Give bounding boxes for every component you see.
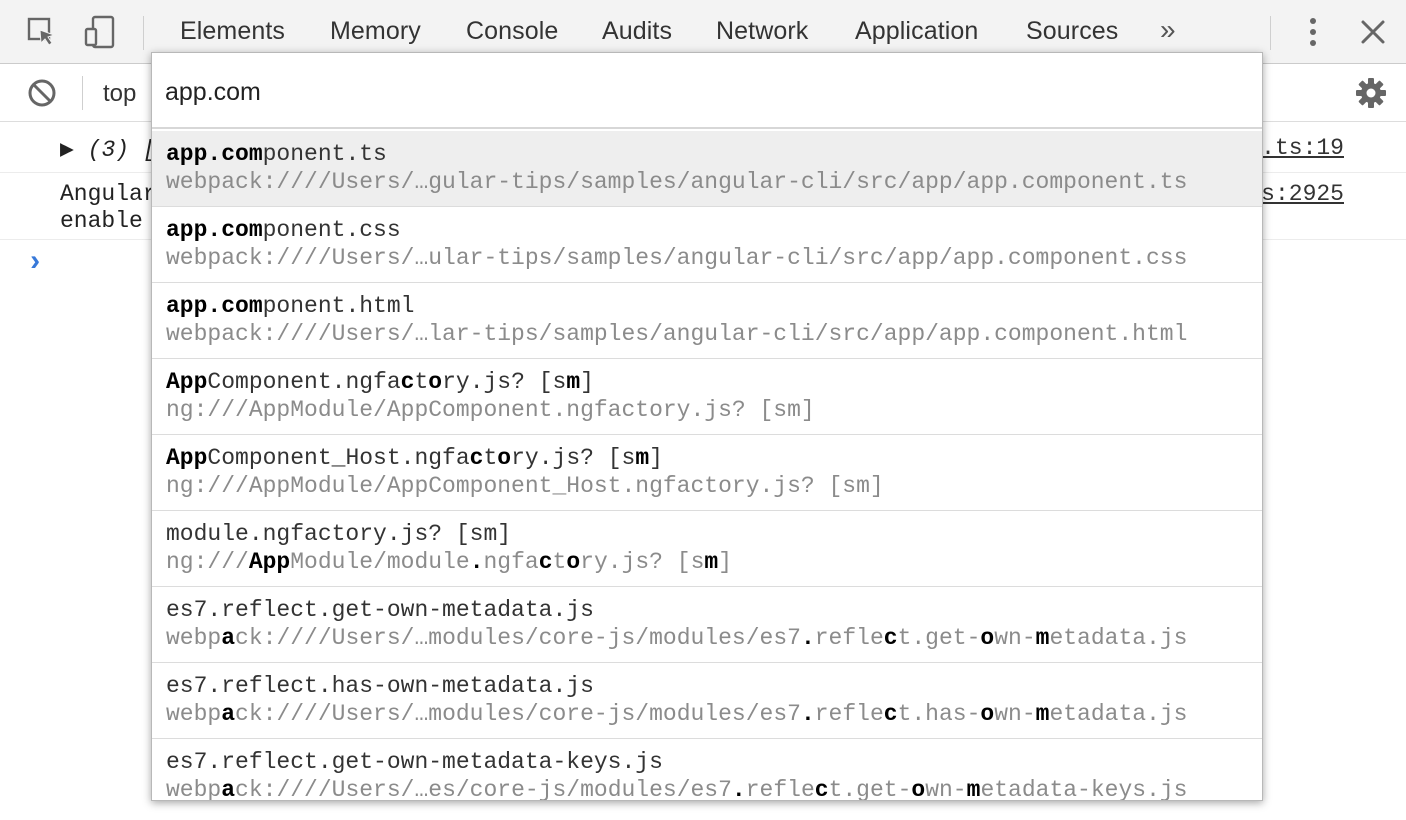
quick-open-results-list: app.component.ts webpack:////Users/…gular… [152, 131, 1262, 801]
quick-open-result-path: webpack:////Users/…modules/core-js/modul… [166, 701, 1188, 727]
quick-open-result-title: es7.reflect.has-own-metadata.js [166, 673, 594, 699]
quick-open-result-title: es7.reflect.get-own-metadata-keys.js [166, 749, 663, 775]
quick-open-result-title: app.component.ts [166, 141, 387, 167]
quick-open-result-item[interactable]: AppComponent_Host.ngfactory.js? [sm] ng:/… [152, 435, 1262, 511]
gear-icon[interactable] [1353, 75, 1389, 111]
quick-open-result-item[interactable]: app.component.html webpack:////Users/…lar… [152, 283, 1262, 359]
console-message-text: Angular enable [60, 181, 157, 234]
tab-application[interactable]: Application [855, 17, 978, 46]
console-prompt-icon[interactable]: › [26, 246, 44, 280]
tab-network[interactable]: Network [716, 17, 808, 46]
quick-open-result-title: es7.reflect.get-own-metadata.js [166, 597, 594, 623]
console-source-link[interactable]: .ts:19 [1261, 135, 1344, 161]
quick-open-result-title: module.ngfactory.js? [sm] [166, 521, 512, 547]
toolbar-divider [143, 16, 144, 50]
quick-open-result-item[interactable]: app.component.css webpack:////Users/…ular… [152, 207, 1262, 283]
console-message-text: ▶ (3) [ [60, 137, 157, 163]
quick-open-result-path: ng:///AppModule/AppComponent.ngfactory.j… [166, 397, 815, 423]
quick-open-result-item[interactable]: es7.reflect.has-own-metadata.js webpack:/… [152, 663, 1262, 739]
execution-context-select[interactable]: top [103, 80, 136, 108]
tab-elements[interactable]: Elements [180, 17, 285, 46]
toolbar-divider [1270, 16, 1271, 50]
clear-console-icon[interactable] [24, 75, 60, 111]
quick-open-result-path: webpack:////Users/…lar-tips/samples/angu… [166, 321, 1188, 347]
inspect-element-icon[interactable] [24, 14, 60, 50]
tab-memory[interactable]: Memory [330, 17, 421, 46]
quick-open-result-title: app.component.html [166, 293, 415, 319]
toolbar-divider [82, 76, 83, 110]
quick-open-result-item[interactable]: module.ngfactory.js? [sm] ng:///AppModule… [152, 511, 1262, 587]
quick-open-result-item[interactable]: AppComponent.ngfactory.js? [sm] ng:///App… [152, 359, 1262, 435]
quick-open-result-title: app.component.css [166, 217, 401, 243]
kebab-menu-icon[interactable] [1295, 14, 1331, 50]
quick-open-result-title: AppComponent.ngfactory.js? [sm] [166, 369, 594, 395]
quick-open-result-item[interactable]: es7.reflect.get-own-metadata-keys.js webp… [152, 739, 1262, 801]
device-toolbar-icon[interactable] [82, 14, 118, 50]
quick-open-dialog: app.component.tswebpack:////Users/…gular… [151, 52, 1263, 801]
quick-open-result-path: webpack:////Users/…gular-tips/samples/an… [166, 169, 1188, 195]
quick-open-result-title: AppComponent_Host.ngfactory.js? [sm] [166, 445, 663, 471]
quick-open-input-container [152, 53, 1262, 129]
close-icon[interactable] [1355, 14, 1391, 50]
quick-open-result-item[interactable]: es7.reflect.get-own-metadata.js webpack:/… [152, 587, 1262, 663]
quick-open-input[interactable] [165, 75, 1245, 109]
quick-open-result-path: ng:///AppModule/module.ngfactory.js? [sm… [166, 549, 733, 575]
quick-open-result-path: webpack:////Users/…ular-tips/samples/ang… [166, 245, 1188, 271]
quick-open-result-path: ng:///AppModule/AppComponent_Host.ngfact… [166, 473, 884, 499]
console-source-link[interactable]: s:2925 [1261, 181, 1344, 207]
tab-sources[interactable]: Sources [1026, 17, 1118, 46]
quick-open-result-path: webpack:////Users/…modules/core-js/modul… [166, 625, 1188, 651]
quick-open-result-item[interactable]: app.component.ts webpack:////Users/…gular… [152, 131, 1262, 207]
more-tabs-chevron-icon[interactable]: » [1160, 14, 1176, 46]
tab-console[interactable]: Console [466, 17, 558, 46]
tab-audits[interactable]: Audits [602, 17, 672, 46]
quick-open-result-path: webpack:////Users/…es/core-js/modules/es… [166, 777, 1188, 801]
